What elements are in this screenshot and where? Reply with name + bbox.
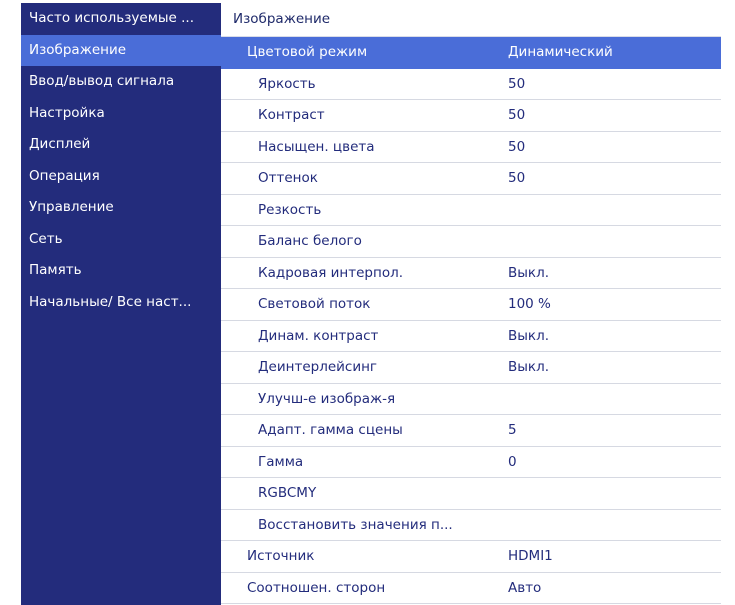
setting-row-rgbcmy[interactable]: RGBCMY xyxy=(221,478,721,510)
setting-value: 50 xyxy=(508,138,526,155)
setting-label: Соотношен. сторон xyxy=(247,579,386,596)
setting-value: 5 xyxy=(508,422,517,438)
setting-row-frame-interpolation[interactable]: Кадровая интерпол. Выкл. xyxy=(221,257,721,289)
setting-label: Насыщен. цвета xyxy=(258,138,375,155)
setting-label: Резкость xyxy=(258,201,322,218)
sidebar: Часто используемые ... Изображение Ввод/… xyxy=(21,3,221,605)
setting-label: Деинтерлейсинг xyxy=(258,359,378,375)
setting-label: Яркость xyxy=(258,75,316,92)
sidebar-item-display[interactable]: Дисплей xyxy=(21,129,221,161)
setting-label: Цветовой режим xyxy=(247,44,368,60)
setting-row-gamma[interactable]: Гамма 0 xyxy=(221,446,721,478)
setting-value: 50 xyxy=(508,107,526,123)
settings-panel: Изображение Цветовой режим Динамический … xyxy=(221,3,721,605)
setting-label: Световой поток xyxy=(258,296,371,312)
sidebar-item-installation[interactable]: Настройка xyxy=(21,98,221,130)
sidebar-item-initial-all-settings[interactable]: Начальные/ Все наст... xyxy=(21,287,221,319)
sidebar-item-memory[interactable]: Память xyxy=(21,255,221,287)
setting-row-deinterlacing[interactable]: Деинтерлейсинг Выкл. xyxy=(221,352,721,384)
setting-row-tint[interactable]: Оттенок 50 xyxy=(221,163,721,195)
sidebar-item-signal-io[interactable]: Ввод/вывод сигнала xyxy=(21,66,221,98)
setting-row-image-enhancement[interactable]: Улучш-е изображ-я xyxy=(221,383,721,415)
setting-label: Гамма xyxy=(258,453,304,470)
setting-value: Выкл. xyxy=(508,359,549,375)
setting-label: Восстановить значения п... xyxy=(258,516,453,533)
setting-row-sharpness[interactable]: Резкость xyxy=(221,194,721,226)
setting-value: 0 xyxy=(508,453,517,470)
setting-value: Динамический xyxy=(508,44,613,60)
sidebar-item-image[interactable]: Изображение xyxy=(21,34,221,66)
setting-label: Динам. контраст xyxy=(258,327,379,344)
setting-row-scene-adaptive-gamma[interactable]: Адапт. гамма сцены 5 xyxy=(221,415,721,447)
setting-row-light-output[interactable]: Световой поток 100 % xyxy=(221,289,721,321)
setting-label: Оттенок xyxy=(258,170,318,186)
setting-row-color-saturation[interactable]: Насыщен. цвета 50 xyxy=(221,131,721,163)
panel-title: Изображение xyxy=(221,3,721,37)
setting-label: Баланс белого xyxy=(258,233,362,249)
setting-value: 50 xyxy=(508,75,526,92)
setting-label: Адапт. гамма сцены xyxy=(258,422,403,438)
setting-row-color-mode[interactable]: Цветовой режим Динамический xyxy=(221,37,721,69)
setting-value: Авто xyxy=(508,579,542,596)
setting-row-aspect-ratio[interactable]: Соотношен. сторон Авто xyxy=(221,572,721,604)
sidebar-item-frequently-used[interactable]: Часто используемые ... xyxy=(21,3,221,35)
setting-label: Контраст xyxy=(258,107,325,123)
setting-label: Кадровая интерпол. xyxy=(258,264,404,281)
setting-row-white-balance[interactable]: Баланс белого xyxy=(221,226,721,258)
setting-value: 50 xyxy=(508,170,526,186)
sidebar-item-network[interactable]: Сеть xyxy=(21,224,221,256)
setting-row-brightness[interactable]: Яркость 50 xyxy=(221,68,721,100)
projector-menu: Часто используемые ... Изображение Ввод/… xyxy=(21,3,721,605)
setting-row-source[interactable]: Источник HDMI1 xyxy=(221,541,721,573)
setting-label: RGBCMY xyxy=(258,485,317,501)
sidebar-item-management[interactable]: Управление xyxy=(21,192,221,224)
setting-value: Выкл. xyxy=(508,327,549,344)
setting-value: Выкл. xyxy=(508,264,549,281)
settings-list: Цветовой режим Динамический Яркость 50 К… xyxy=(221,37,721,604)
setting-row-contrast[interactable]: Контраст 50 xyxy=(221,100,721,132)
setting-row-reset-values[interactable]: Восстановить значения п... xyxy=(221,509,721,541)
setting-value: HDMI1 xyxy=(508,548,553,564)
setting-label: Источник xyxy=(247,548,315,564)
sidebar-item-operation[interactable]: Операция xyxy=(21,161,221,193)
setting-label: Улучш-е изображ-я xyxy=(258,390,396,407)
setting-row-dynamic-contrast[interactable]: Динам. контраст Выкл. xyxy=(221,320,721,352)
setting-value: 100 % xyxy=(508,296,551,312)
